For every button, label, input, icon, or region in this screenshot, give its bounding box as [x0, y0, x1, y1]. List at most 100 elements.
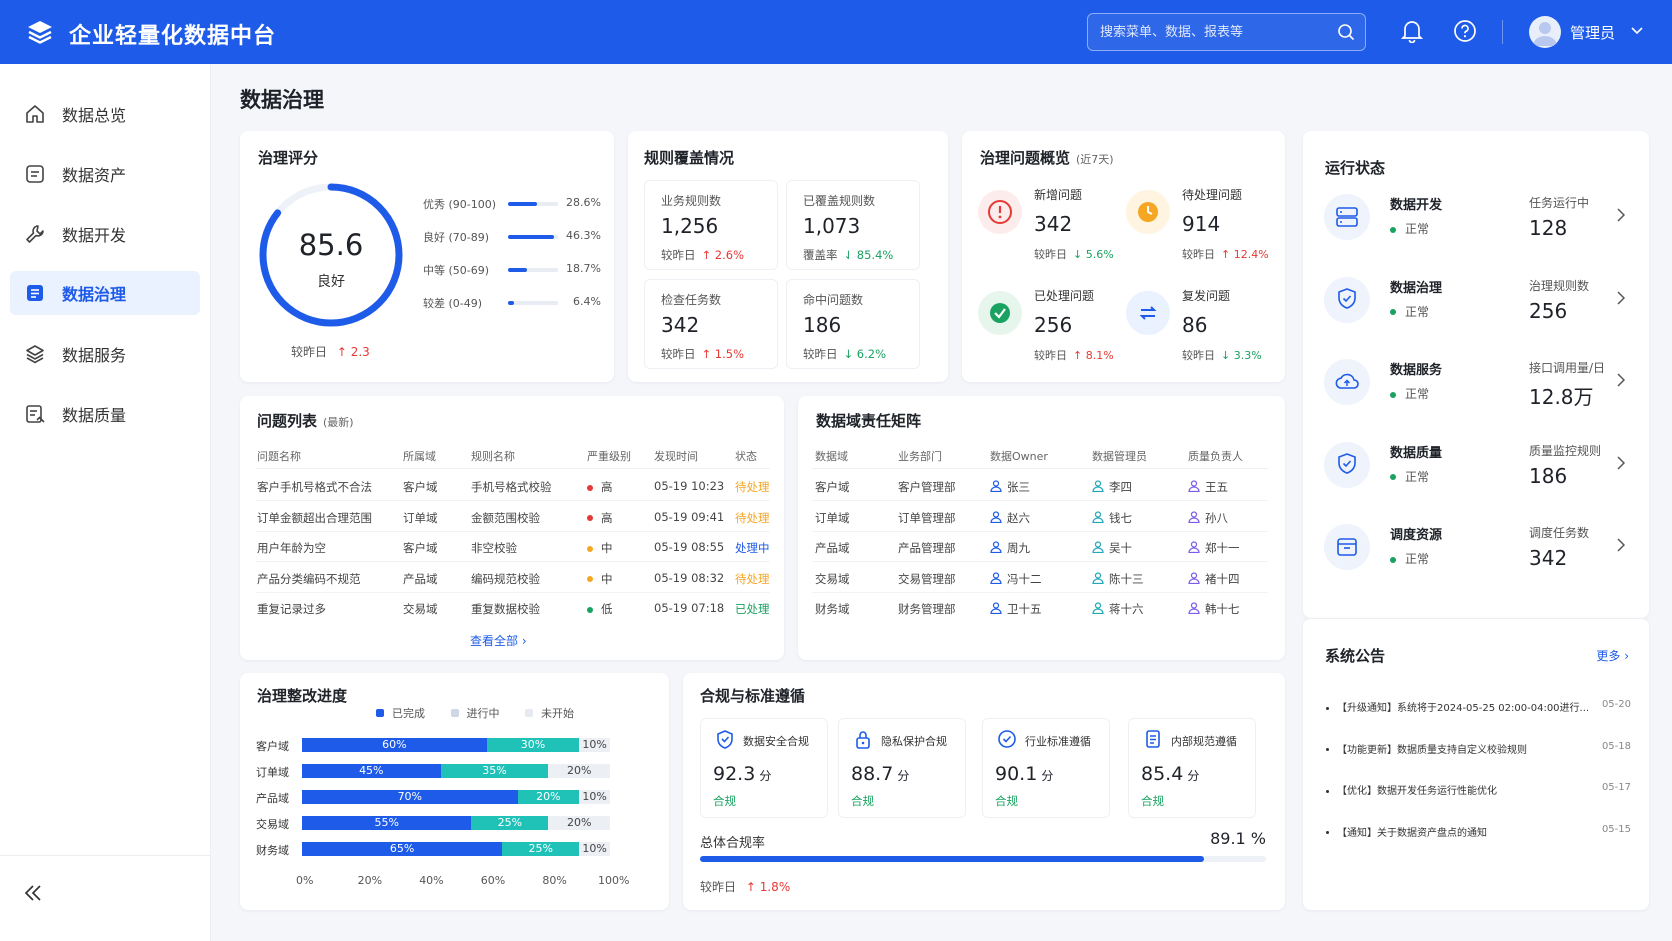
score-compare-label: 较昨日: [291, 345, 328, 359]
announcement-item[interactable]: 【通知】关于数据资产盘点的通知 05-15: [1326, 824, 1631, 839]
sidebar-item-service[interactable]: 数据服务: [10, 332, 200, 376]
issue-domain: 交易域: [403, 602, 438, 616]
progress-bar-doing: 25%: [502, 842, 580, 856]
compliance-status: 合规: [1141, 794, 1164, 808]
chevron-right-icon[interactable]: [1617, 537, 1626, 556]
issue-stat-compare: 较昨日 ↑ 8.1%: [1034, 347, 1114, 363]
issue-stat-value: 86: [1182, 313, 1208, 337]
chevron-right-icon[interactable]: [1617, 455, 1626, 474]
score-grade: 良好: [317, 274, 345, 290]
arrow-up-icon: ↑: [701, 347, 712, 361]
run-status-row[interactable]: 数据开发 正常 任务运行中 128: [1324, 182, 1629, 252]
user-avatar-icon: [1533, 22, 1557, 46]
column-header: 业务部门: [898, 450, 942, 463]
run-status-row[interactable]: 数据质量 正常 质量监控规则 186: [1324, 430, 1629, 500]
search-input[interactable]: [1100, 14, 1330, 50]
stat-value: 186: [803, 313, 842, 337]
stat-value: 1,073: [803, 214, 861, 238]
help-icon[interactable]: [1453, 19, 1477, 43]
chevron-right-icon[interactable]: [1617, 290, 1626, 309]
run-status-row[interactable]: 数据治理 正常 治理规则数 256: [1324, 265, 1629, 335]
compliance-item: 隐私保护合规 88.7 分合规: [838, 718, 966, 818]
found-time: 05-19 08:55: [654, 540, 725, 554]
compliance-score-unit: 分: [1041, 769, 1054, 783]
column-header: 所属域: [403, 450, 436, 463]
user-name[interactable]: 管理员: [1570, 22, 1615, 43]
score-compare: 较昨日 ↑ 2.3: [291, 343, 370, 360]
person-icon: [990, 480, 1002, 495]
issue-overview-subtitle: (近7天): [1076, 153, 1114, 166]
server-icon: [1324, 194, 1370, 240]
domain-cell: 交易域: [815, 571, 850, 586]
sidebar-item-quality[interactable]: 数据质量: [10, 392, 200, 436]
owner-cell: 周九: [990, 540, 1030, 556]
announcement-item[interactable]: 【优化】数据开发任务运行性能优化 05-17: [1326, 782, 1631, 797]
distribution-bar: [508, 202, 558, 206]
chevron-right-icon[interactable]: [1617, 207, 1626, 226]
badge-check-icon: [997, 729, 1017, 753]
sidebar-item-governance[interactable]: 数据治理: [10, 271, 200, 315]
coverage-stat: 命中问题数 186 较昨日 ↓ 6.2%: [786, 279, 920, 369]
issue-list-title: 问题列表 (最新): [257, 410, 354, 431]
page-title: 数据治理: [240, 88, 324, 112]
bell-icon[interactable]: [1401, 19, 1423, 43]
view-all-link[interactable]: 查看全部 ›: [470, 632, 527, 649]
metric-label: 任务运行中: [1529, 196, 1590, 210]
compliance-score-value: 90.1: [995, 763, 1038, 785]
owner-cell: 冯十二: [990, 571, 1042, 587]
distribution-label: 优秀 (90-100): [423, 198, 497, 211]
sidebar-item-label: 数据服务: [62, 346, 127, 365]
progress-legend: 已完成 进行中 未开始: [376, 705, 574, 721]
score-value: 85.6: [298, 228, 364, 262]
topbar-divider: [1502, 20, 1503, 44]
issue-stat-compare-value: 5.6%: [1082, 248, 1114, 261]
asset-icon: [26, 165, 44, 183]
arrow-down-icon: ↓: [843, 347, 854, 361]
announcement-more-link[interactable]: 更多 ›: [1596, 647, 1629, 664]
chevron-right-icon[interactable]: [1617, 372, 1626, 391]
search-box[interactable]: [1087, 13, 1366, 51]
collapse-icon[interactable]: [22, 882, 44, 904]
service-status-text: 正常: [1405, 222, 1430, 236]
legend-swatch-doing: [450, 709, 459, 717]
sidebar-item-overview[interactable]: 数据总览: [10, 92, 200, 136]
compliance-item: 数据安全合规 92.3 分合规: [700, 718, 828, 818]
stat-value: 1,256: [661, 214, 719, 238]
chevron-down-icon[interactable]: [1631, 27, 1643, 35]
row-divider: [812, 500, 1268, 501]
domain-cell: 产品域: [815, 541, 850, 555]
announcement-item[interactable]: 【升级通知】系统将于2024-05-25 02:00-04:00进行... 05-…: [1326, 699, 1631, 714]
run-status-row[interactable]: 数据服务 正常 接口调用量/日 12.8万: [1324, 347, 1629, 417]
announcement-text: 【升级通知】系统将于2024-05-25 02:00-04:00进行...: [1337, 703, 1590, 714]
metric-label: 接口调用量/日: [1529, 361, 1606, 375]
search-icon[interactable]: [1337, 23, 1355, 41]
top-bar: 企业轻量化数据中台 管理员: [0, 0, 1672, 64]
person-name: 周九: [1007, 541, 1030, 555]
progress-bar-todo: 20%: [548, 764, 610, 778]
status-badge: 待处理: [735, 571, 770, 586]
announcement-item[interactable]: 【功能更新】数据质量支持自定义校验规则 05-18: [1326, 741, 1631, 756]
rule-name: 编码规范校验: [471, 571, 540, 586]
rule-name: 重复数据校验: [471, 602, 540, 616]
compliance-label: 内部规范遵循: [1171, 735, 1237, 748]
severity-label: 中: [601, 541, 613, 555]
chevron-right-icon: ›: [1624, 649, 1629, 663]
issue-stat-value: 256: [1034, 313, 1073, 337]
sidebar-item-develop[interactable]: 数据开发: [10, 212, 200, 256]
avatar[interactable]: [1529, 16, 1561, 48]
compliance-status: 合规: [713, 794, 736, 808]
issue-stat-label: 已处理问题: [1034, 289, 1095, 303]
severity-label: 低: [601, 602, 613, 616]
stat-label: 检查任务数: [661, 293, 722, 307]
column-header: 发现时间: [654, 450, 698, 463]
announcement-text: 【优化】数据开发任务运行性能优化: [1337, 786, 1497, 797]
progress-bar-done: 55%: [302, 816, 472, 830]
run-status-row[interactable]: 调度资源 正常 调度任务数 342: [1324, 512, 1629, 582]
x-tick-label: 0%: [296, 874, 314, 887]
legend-doing: 进行中: [466, 707, 500, 720]
distribution-label: 中等 (50-69): [423, 264, 490, 277]
sidebar-item-assets[interactable]: 数据资产: [10, 152, 200, 196]
quality-cell: 郑十一: [1188, 540, 1240, 556]
person-icon: [1092, 571, 1104, 587]
compliance-score-unit: 分: [897, 769, 910, 783]
